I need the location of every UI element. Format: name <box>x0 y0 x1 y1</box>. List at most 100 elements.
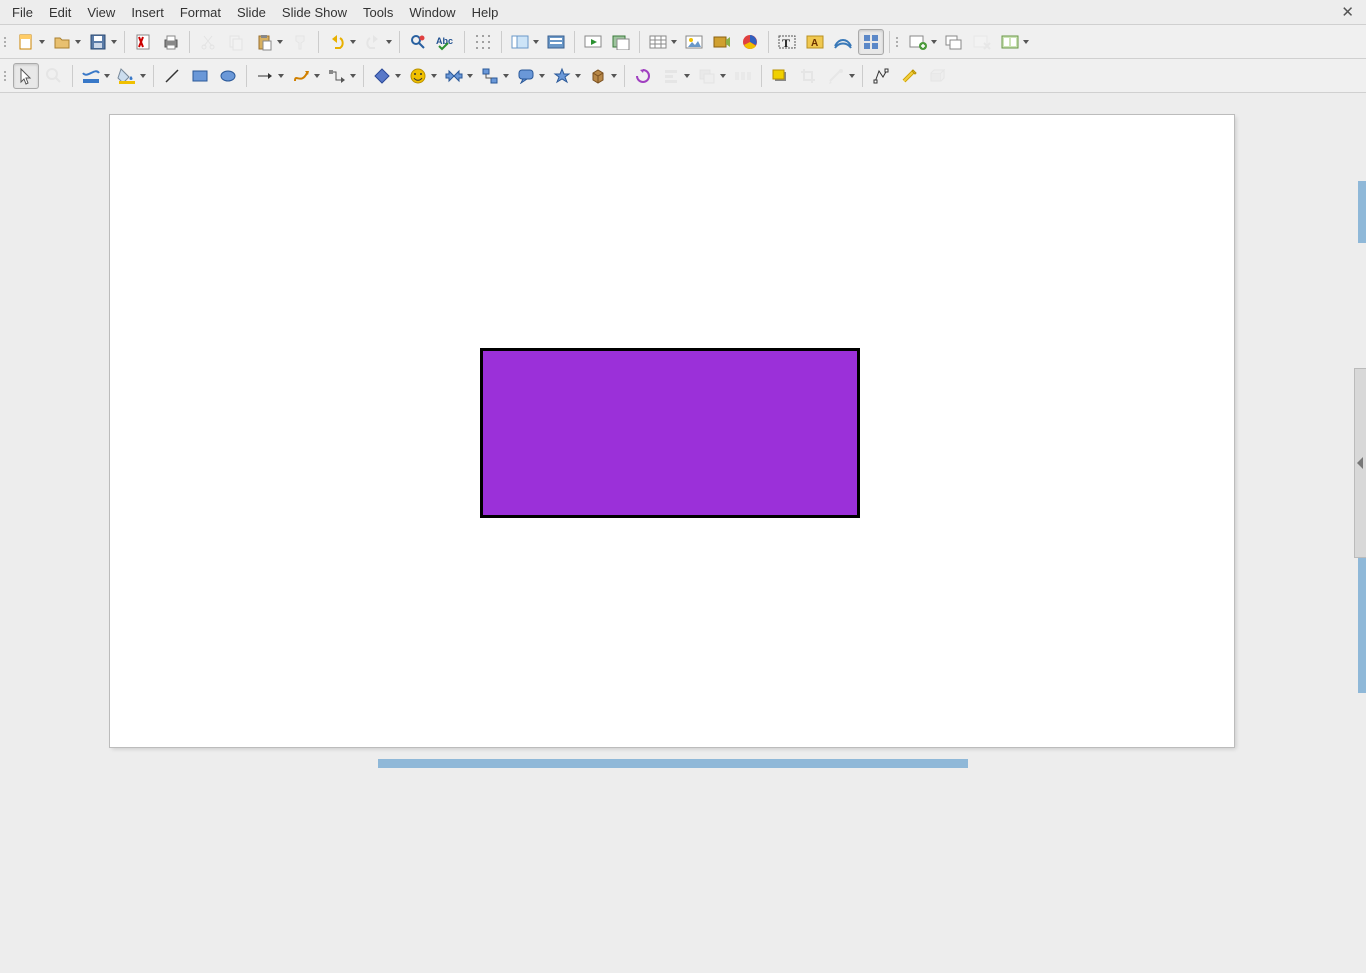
open-button[interactable] <box>49 29 75 55</box>
lines-arrows-dropdown[interactable] <box>277 63 285 89</box>
slide-canvas[interactable] <box>110 115 1234 747</box>
menu-format[interactable]: Format <box>172 2 229 23</box>
rectangle-shape[interactable] <box>480 348 860 518</box>
ellipse-button[interactable] <box>215 63 241 89</box>
stars-button[interactable] <box>549 63 575 89</box>
menu-window[interactable]: Window <box>401 2 463 23</box>
flowchart-button[interactable] <box>477 63 503 89</box>
toolbar-grip[interactable] <box>896 30 902 54</box>
connectors-dropdown[interactable] <box>349 63 357 89</box>
master-slide-button[interactable] <box>543 29 569 55</box>
extrusion-button[interactable] <box>924 63 950 89</box>
start-current-button[interactable] <box>608 29 634 55</box>
insert-av-button[interactable] <box>709 29 735 55</box>
connectors-button[interactable] <box>324 63 350 89</box>
align-button[interactable] <box>658 63 684 89</box>
slide-layout-button[interactable] <box>997 29 1023 55</box>
rectangle-button[interactable] <box>187 63 213 89</box>
export-pdf-button[interactable] <box>130 29 156 55</box>
toolbar-grip[interactable] <box>4 64 10 88</box>
callouts-button[interactable] <box>513 63 539 89</box>
curves-dropdown[interactable] <box>313 63 321 89</box>
line-color-dropdown[interactable] <box>103 63 111 89</box>
snap-grid-button[interactable] <box>858 29 884 55</box>
insert-table-dropdown[interactable] <box>670 29 678 55</box>
sidebar-expand-handle[interactable] <box>1354 368 1366 558</box>
menu-edit[interactable]: Edit <box>41 2 79 23</box>
filter-button[interactable] <box>823 63 849 89</box>
undo-button[interactable] <box>324 29 350 55</box>
new-slide-button[interactable] <box>905 29 931 55</box>
redo-dropdown[interactable] <box>385 29 393 55</box>
insert-line-button[interactable] <box>159 63 185 89</box>
rotate-button[interactable] <box>630 63 656 89</box>
new-slide-dropdown[interactable] <box>930 29 938 55</box>
menu-tools[interactable]: Tools <box>355 2 401 23</box>
toolbar-grip[interactable] <box>4 30 10 54</box>
select-tool-button[interactable] <box>13 63 39 89</box>
insert-textbox-button[interactable]: T <box>774 29 800 55</box>
menu-slide[interactable]: Slide <box>229 2 274 23</box>
horizontal-scrollbar[interactable] <box>378 759 968 768</box>
copy-button[interactable] <box>223 29 249 55</box>
line-color-button[interactable] <box>78 63 104 89</box>
slide-layout-dropdown[interactable] <box>1022 29 1030 55</box>
menu-help[interactable]: Help <box>464 2 507 23</box>
open-dropdown[interactable] <box>74 29 82 55</box>
block-arrows-button[interactable] <box>441 63 467 89</box>
fontwork-button[interactable] <box>830 29 856 55</box>
fill-color-dropdown[interactable] <box>139 63 147 89</box>
insert-chart-button[interactable] <box>737 29 763 55</box>
spellcheck-button[interactable]: Abc <box>433 29 459 55</box>
new-document-button[interactable] <box>13 29 39 55</box>
lines-arrows-button[interactable] <box>252 63 278 89</box>
insert-vtext-button[interactable]: A <box>802 29 828 55</box>
fill-color-button[interactable] <box>114 63 140 89</box>
save-button[interactable] <box>85 29 111 55</box>
paste-button[interactable] <box>251 29 277 55</box>
block-arrows-dropdown[interactable] <box>466 63 474 89</box>
distribute-button[interactable] <box>730 63 756 89</box>
3d-objects-dropdown[interactable] <box>610 63 618 89</box>
menu-insert[interactable]: Insert <box>123 2 172 23</box>
curves-button[interactable] <box>288 63 314 89</box>
redo-button[interactable] <box>360 29 386 55</box>
display-grid-button[interactable] <box>470 29 496 55</box>
crop-button[interactable] <box>795 63 821 89</box>
polygon-edit-button[interactable] <box>868 63 894 89</box>
display-views-dropdown[interactable] <box>532 29 540 55</box>
save-dropdown[interactable] <box>110 29 118 55</box>
menu-file[interactable]: File <box>4 2 41 23</box>
shadow-button[interactable] <box>767 63 793 89</box>
symbol-shapes-dropdown[interactable] <box>430 63 438 89</box>
stars-dropdown[interactable] <box>574 63 582 89</box>
paste-dropdown[interactable] <box>276 29 284 55</box>
close-document-button[interactable]: ✕ <box>1333 3 1362 21</box>
gluepoints-button[interactable] <box>896 63 922 89</box>
basic-shapes-dropdown[interactable] <box>394 63 402 89</box>
new-document-dropdown[interactable] <box>38 29 46 55</box>
sidebar-tab[interactable] <box>1358 181 1366 243</box>
insert-table-button[interactable] <box>645 29 671 55</box>
arrange-dropdown[interactable] <box>719 63 727 89</box>
insert-image-button[interactable] <box>681 29 707 55</box>
flowchart-dropdown[interactable] <box>502 63 510 89</box>
menu-slideshow[interactable]: Slide Show <box>274 2 355 23</box>
align-dropdown[interactable] <box>683 63 691 89</box>
callouts-dropdown[interactable] <box>538 63 546 89</box>
cut-button[interactable] <box>195 29 221 55</box>
duplicate-slide-button[interactable] <box>941 29 967 55</box>
find-replace-button[interactable] <box>405 29 431 55</box>
arrange-button[interactable] <box>694 63 720 89</box>
start-presentation-button[interactable] <box>580 29 606 55</box>
delete-slide-button[interactable] <box>969 29 995 55</box>
clone-format-button[interactable] <box>287 29 313 55</box>
print-button[interactable] <box>158 29 184 55</box>
basic-shapes-button[interactable] <box>369 63 395 89</box>
display-views-button[interactable] <box>507 29 533 55</box>
menu-view[interactable]: View <box>79 2 123 23</box>
undo-dropdown[interactable] <box>349 29 357 55</box>
zoom-pan-button[interactable] <box>41 63 67 89</box>
symbol-shapes-button[interactable] <box>405 63 431 89</box>
3d-objects-button[interactable] <box>585 63 611 89</box>
